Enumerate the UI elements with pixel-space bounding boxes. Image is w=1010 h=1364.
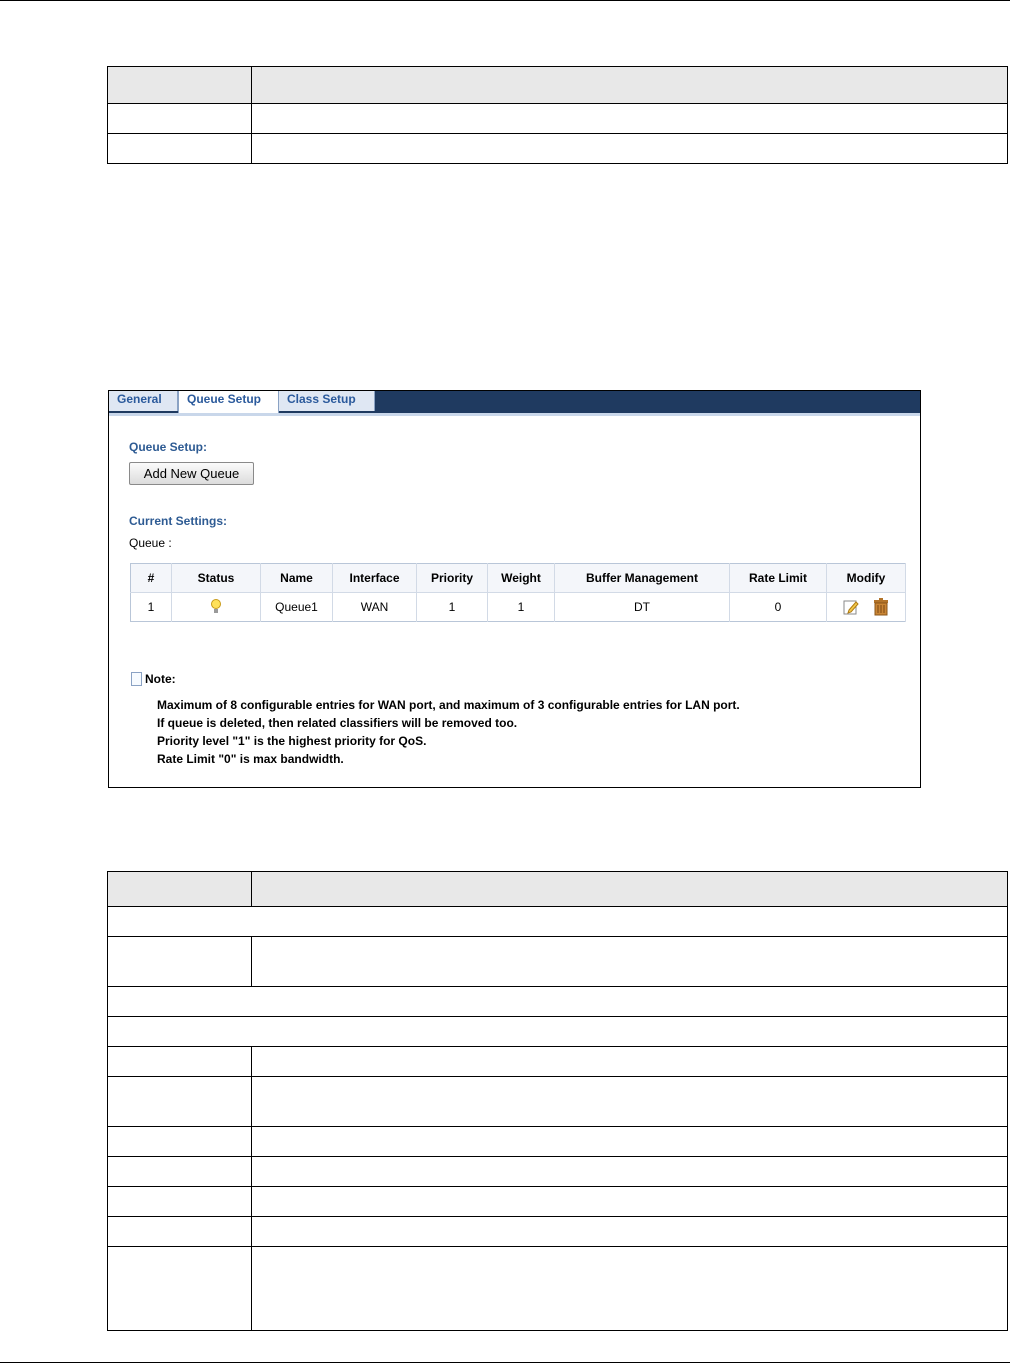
col-header-name: Name	[260, 563, 333, 593]
col-header-interface: Interface	[332, 563, 417, 593]
table-row	[107, 103, 1008, 134]
table-row	[107, 1186, 1008, 1217]
note-line: Priority level "1" is the highest priori…	[157, 734, 427, 748]
col-header-status: Status	[171, 563, 261, 593]
cell-buffer-management: DT	[554, 592, 730, 622]
queue-table-header: # Status Name Interface Priority Weight …	[130, 563, 906, 593]
description-table-bottom	[107, 871, 1008, 1331]
page-bottom-rule	[0, 1362, 1010, 1363]
queue-setup-screenshot: General Queue Setup Class Setup Queue Se…	[108, 390, 921, 788]
table-row	[107, 1216, 1008, 1247]
note-icon	[131, 671, 142, 686]
cell-modify	[826, 592, 906, 622]
table-row	[107, 133, 1008, 164]
note-line: If queue is deleted, then related classi…	[157, 716, 518, 730]
table-header-row	[107, 871, 1008, 907]
cell-name: Queue1	[260, 592, 333, 622]
note-line: Rate Limit "0" is max bandwidth.	[157, 752, 344, 766]
tab-underline	[109, 413, 920, 416]
col-header-buffer-management: Buffer Management	[554, 563, 730, 593]
description-table-top	[107, 66, 1008, 164]
queue-label: Queue :	[129, 536, 172, 550]
col-header-priority: Priority	[416, 563, 488, 593]
tab-queue-setup[interactable]: Queue Setup	[178, 391, 279, 413]
page-top-rule	[0, 0, 1010, 1]
edit-icon[interactable]	[843, 599, 860, 615]
table-header-row	[107, 66, 1008, 104]
cell-rate-limit: 0	[729, 592, 827, 622]
cell-status	[171, 592, 261, 622]
cell-interface: WAN	[332, 592, 417, 622]
cell-index: 1	[130, 592, 172, 622]
note-title: Note:	[145, 671, 176, 686]
add-new-queue-button[interactable]: Add New Queue	[129, 462, 254, 485]
cell-weight: 1	[487, 592, 555, 622]
note-header: Note:	[131, 671, 176, 686]
col-header-rate-limit: Rate Limit	[729, 563, 827, 593]
table-row	[107, 1076, 1008, 1127]
col-header-weight: Weight	[487, 563, 555, 593]
col-header-modify: Modify	[826, 563, 906, 593]
table-row	[107, 1156, 1008, 1187]
table-row	[107, 1046, 1008, 1077]
delete-icon[interactable]	[873, 598, 889, 616]
section-title-queue-setup: Queue Setup:	[129, 440, 208, 454]
table-row	[107, 1126, 1008, 1157]
table-row	[107, 936, 1008, 987]
table-row	[107, 1246, 1008, 1331]
section-title-current-settings: Current Settings:	[129, 514, 228, 528]
bulb-icon	[211, 598, 221, 613]
note-line: Maximum of 8 configurable entries for WA…	[157, 698, 740, 712]
table-section-row	[107, 906, 1008, 937]
col-header-index: #	[130, 563, 172, 593]
tab-class-setup[interactable]: Class Setup	[279, 391, 375, 411]
table-section-row	[107, 1016, 1008, 1047]
queue-table: # Status Name Interface Priority Weight …	[130, 563, 906, 622]
table-row: 1 Queue1 WAN 1 1 DT 0	[130, 592, 906, 622]
tab-general[interactable]: General	[109, 391, 178, 411]
table-section-row	[107, 986, 1008, 1017]
cell-priority: 1	[416, 592, 488, 622]
note-lines: Maximum of 8 configurable entries for WA…	[157, 696, 740, 768]
